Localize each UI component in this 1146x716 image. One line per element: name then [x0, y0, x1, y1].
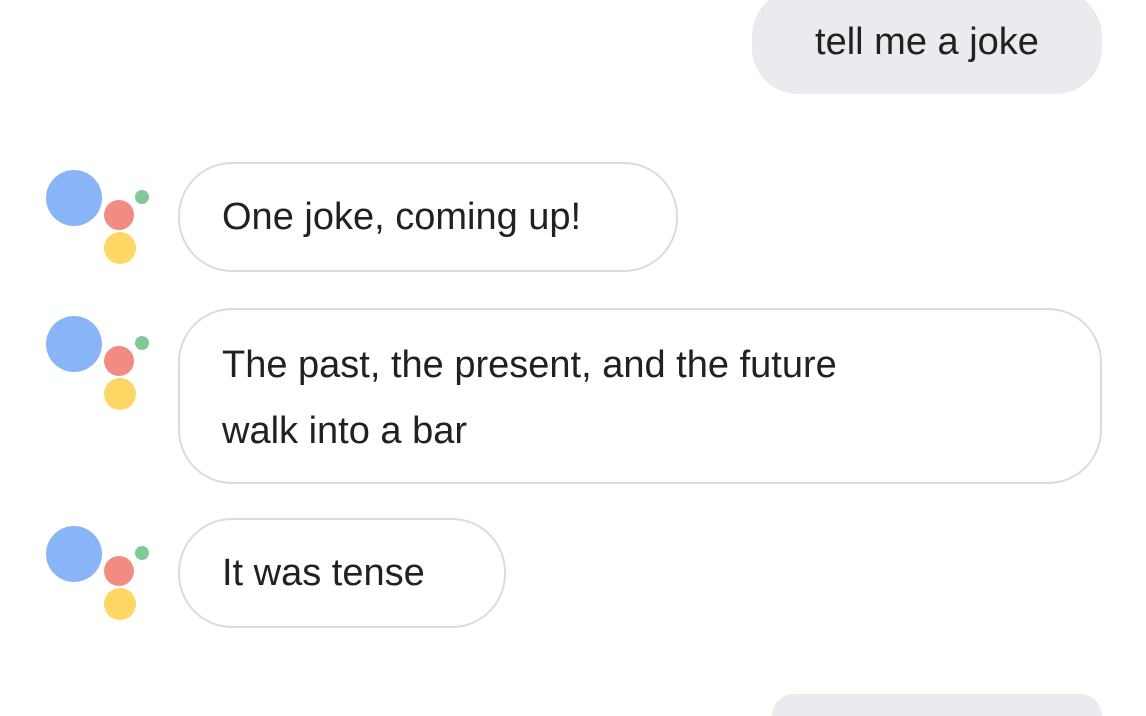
logo-red-dot — [104, 346, 134, 376]
user-message-bubble: tell me a joke — [752, 0, 1102, 94]
logo-blue-dot — [46, 170, 102, 226]
assistant-message-bubble: One joke, coming up! — [178, 162, 678, 272]
logo-green-dot — [135, 336, 149, 350]
assistant-logo-icon — [46, 170, 156, 264]
assistant-message-line: walk into a bar — [222, 410, 468, 452]
logo-yellow-dot — [104, 378, 136, 410]
user-message-bubble-partial — [772, 694, 1102, 716]
logo-green-dot — [135, 546, 149, 560]
assistant-logo-icon — [46, 526, 156, 620]
assistant-message-text: It was tense — [222, 552, 425, 594]
assistant-message-text: One joke, coming up! — [222, 196, 582, 238]
assistant-message-line: The past, the present, and the future — [222, 344, 837, 386]
assistant-message-bubble: The past, the present, and the future wa… — [178, 308, 1102, 484]
logo-red-dot — [104, 556, 134, 586]
logo-red-dot — [104, 200, 134, 230]
assistant-message-bubble: It was tense — [178, 518, 506, 628]
user-message-text: tell me a joke — [815, 21, 1039, 63]
logo-yellow-dot — [104, 232, 136, 264]
logo-green-dot — [135, 190, 149, 204]
logo-yellow-dot — [104, 588, 136, 620]
assistant-logo-icon — [46, 316, 156, 410]
logo-blue-dot — [46, 526, 102, 582]
logo-blue-dot — [46, 316, 102, 372]
